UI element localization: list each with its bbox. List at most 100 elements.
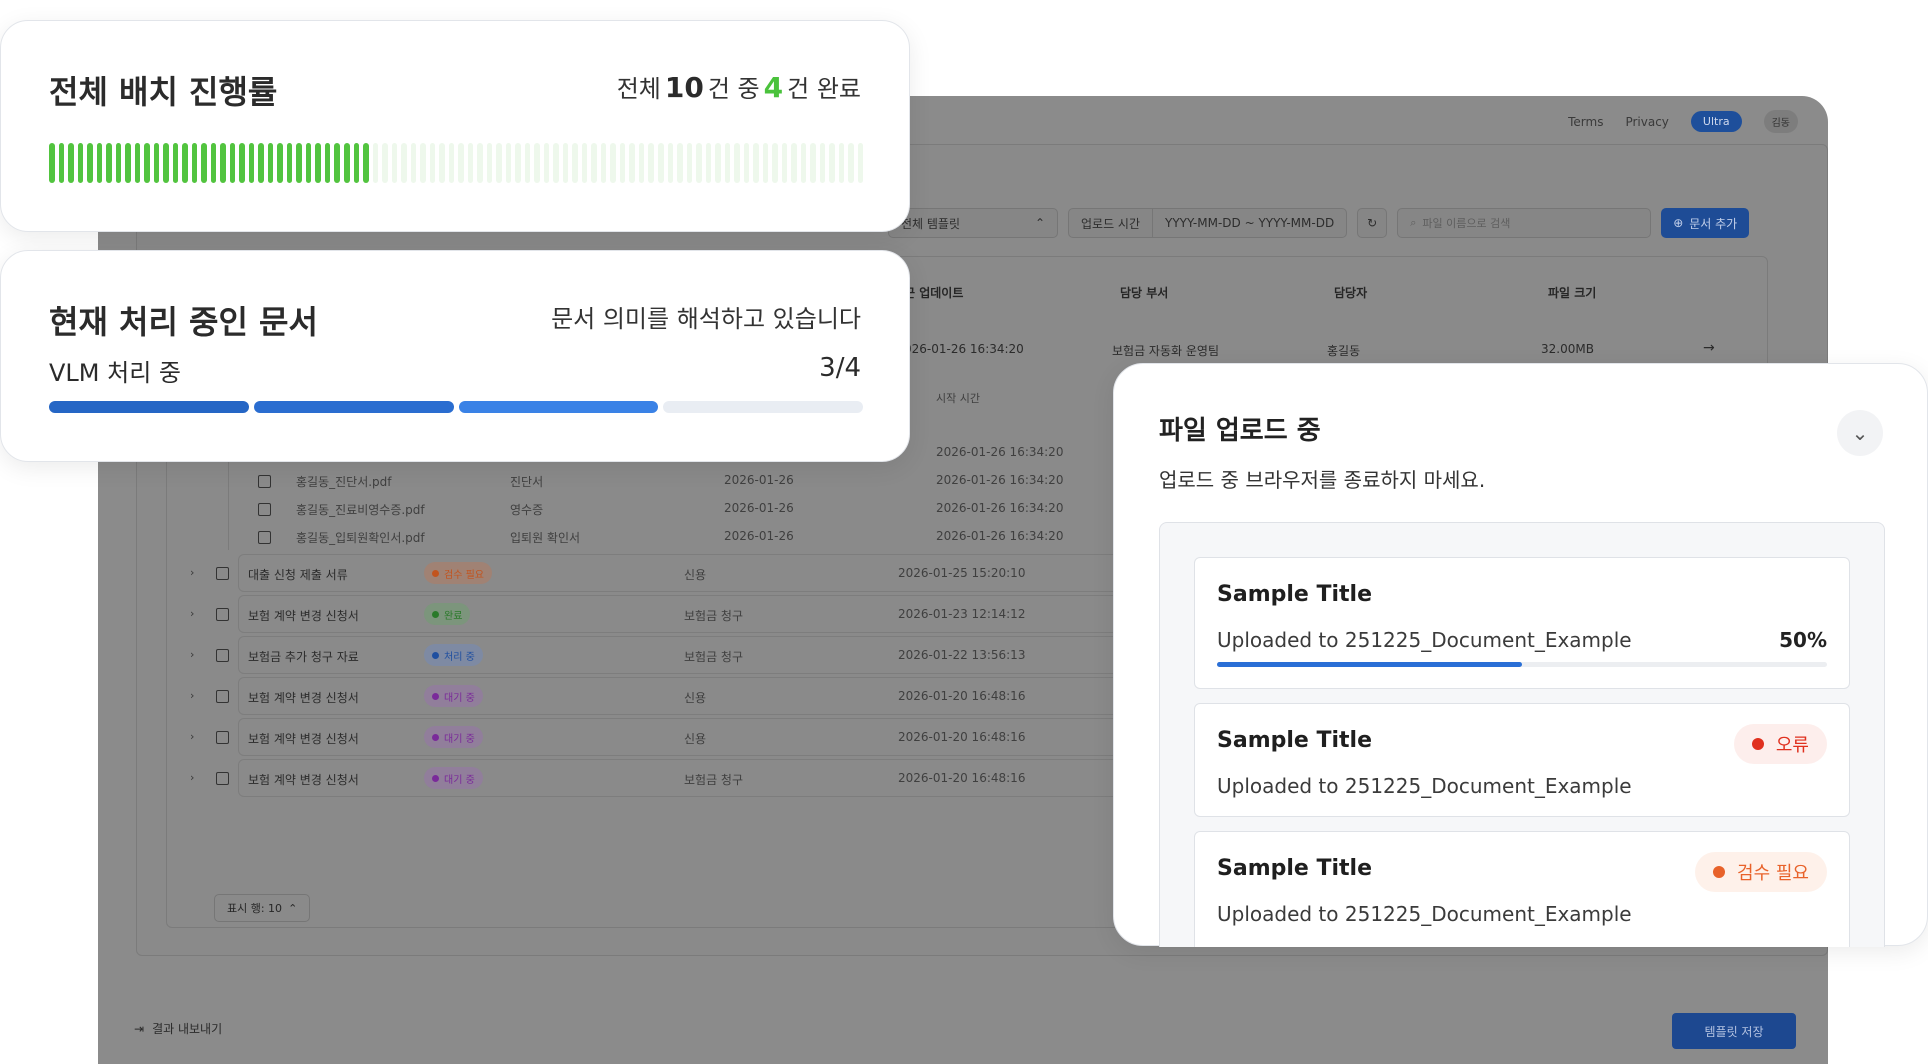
export-icon: ⇥ xyxy=(134,1021,145,1036)
progress-tick-pending xyxy=(410,143,417,183)
row-title: 대출 신청 제출 서류 xyxy=(248,568,348,582)
column-header-updated[interactable]: 근 업데이트 xyxy=(904,284,963,301)
file-date: 2026-01-26 xyxy=(724,501,794,515)
upload-status-label: 검수 필요 xyxy=(1737,863,1809,884)
row-time: 2026-01-22 13:56:13 xyxy=(898,648,1026,662)
row-checkbox[interactable] xyxy=(216,772,229,785)
table-row[interactable] xyxy=(238,718,1248,756)
progress-tick-done xyxy=(220,143,226,183)
terms-link[interactable]: Terms xyxy=(1568,115,1603,129)
search-placeholder: 파일 이름으로 검색 xyxy=(1422,217,1511,230)
rows-per-page-select[interactable]: 표시 행: 10 ⌃ xyxy=(214,894,311,922)
row-status-label: 검수 필요 xyxy=(444,569,484,581)
row-time: 2026-01-20 16:48:16 xyxy=(898,730,1026,744)
progress-tick-done xyxy=(353,143,360,183)
progress-tick-done xyxy=(210,143,217,183)
row-category: 신용 xyxy=(684,732,707,746)
row-checkbox[interactable] xyxy=(216,608,229,621)
progress-tick-done xyxy=(172,143,179,183)
progress-tick-pending xyxy=(600,143,607,183)
upload-item-title: Sample Title xyxy=(1217,856,1373,881)
row-status-badge: 검수 필요 xyxy=(424,562,492,584)
progress-tick-pending xyxy=(382,143,388,183)
row-status-label: 완료 xyxy=(444,610,463,622)
file-date: 2026-01-26 xyxy=(724,529,794,543)
row-checkbox[interactable] xyxy=(216,649,229,662)
chevron-up-icon: ⌃ xyxy=(288,901,298,915)
current-stage-label: VLM 처리 중 xyxy=(49,359,181,387)
upload-list: Sample Title Uploaded to 251225_Document… xyxy=(1159,522,1885,947)
row-status-badge: 대기 중 xyxy=(424,685,483,707)
progress-tick-done xyxy=(343,143,350,183)
expand-chevron-icon[interactable]: › xyxy=(190,771,194,784)
arrow-right-circle-icon[interactable]: → xyxy=(1703,340,1715,356)
progress-tick-done xyxy=(77,143,84,183)
progress-tick-done xyxy=(125,143,131,183)
save-template-button[interactable]: 템플릿 저장 xyxy=(1672,1013,1796,1049)
expand-chevron-icon[interactable]: › xyxy=(190,607,194,620)
file-name: 홍길동_진료비영수증.pdf xyxy=(296,503,425,517)
expand-chevron-icon[interactable]: › xyxy=(190,689,194,702)
progress-tick-done xyxy=(229,143,236,183)
progress-tick-pending xyxy=(429,143,436,183)
column-header-size[interactable]: 파일 크기 xyxy=(1548,284,1596,301)
file-checkbox[interactable] xyxy=(258,475,271,488)
current-document-card: 현재 처리 중인 문서 문서 의미를 해석하고 있습니다 VLM 처리 중 3/… xyxy=(0,250,910,462)
stage-progress-bar xyxy=(49,401,863,413)
row-title: 보험 계약 변경 신청서 xyxy=(248,691,359,705)
status-dot-icon xyxy=(432,569,439,577)
add-document-label: 문서 추가 xyxy=(1689,216,1738,231)
column-header-owner[interactable]: 담당자 xyxy=(1334,284,1367,301)
progress-tick-done xyxy=(334,143,340,183)
progress-tick-pending xyxy=(677,143,683,183)
progress-tick-done xyxy=(115,143,122,183)
row-checkbox[interactable] xyxy=(216,690,229,703)
progress-tick-pending xyxy=(467,143,474,183)
upload-item[interactable]: Sample Title Uploaded to 251225_Document… xyxy=(1194,557,1850,689)
row-checkbox[interactable] xyxy=(216,731,229,744)
column-header-dept[interactable]: 담당 부서 xyxy=(1120,284,1168,301)
progress-tick-pending xyxy=(372,143,379,183)
progress-tick-pending xyxy=(638,143,645,183)
progress-tick-pending xyxy=(572,143,578,183)
date-range-filter[interactable]: 업로드 시간 YYYY-MM-DD ~ YYYY-MM-DD xyxy=(1068,208,1348,238)
expand-chevron-icon[interactable]: › xyxy=(190,566,194,579)
expanded-row-dept: 보험금 자동화 운영팀 xyxy=(1112,344,1219,358)
upload-progress-fill xyxy=(1217,662,1522,667)
user-avatar[interactable]: 김동 xyxy=(1763,110,1798,133)
progress-tick-pending xyxy=(505,143,512,183)
stage-step-done xyxy=(49,401,249,413)
file-checkbox[interactable] xyxy=(258,503,271,516)
file-checkbox[interactable] xyxy=(258,531,271,544)
progress-tick-pending xyxy=(696,143,702,183)
table-row[interactable] xyxy=(238,677,1248,715)
template-select[interactable]: 전체 템플릿 ⌃ xyxy=(888,208,1058,238)
upload-item-destination: Uploaded to 251225_Document_Example xyxy=(1217,774,1632,798)
progress-tick-done xyxy=(163,143,169,183)
progress-tick-done xyxy=(296,143,302,183)
progress-tick-done xyxy=(106,143,112,183)
progress-tick-pending xyxy=(524,143,531,183)
progress-tick-pending xyxy=(734,143,740,183)
upload-item[interactable]: Sample Title Uploaded to 251225_Document… xyxy=(1194,831,1850,947)
expand-chevron-icon[interactable]: › xyxy=(190,730,194,743)
date-range-value: YYYY-MM-DD ~ YYYY-MM-DD xyxy=(1165,216,1335,230)
add-document-button[interactable]: ⊕ 문서 추가 xyxy=(1661,208,1750,238)
progress-tick-pending xyxy=(800,143,807,183)
table-row[interactable] xyxy=(238,554,1248,592)
upload-item-title: Sample Title xyxy=(1217,582,1373,607)
expanded-row-owner: 홍길동 xyxy=(1327,344,1361,358)
expand-chevron-icon[interactable]: › xyxy=(190,648,194,661)
privacy-link[interactable]: Privacy xyxy=(1625,115,1668,129)
upload-item[interactable]: Sample Title Uploaded to 251225_Document… xyxy=(1194,703,1850,817)
progress-tick-pending xyxy=(486,143,493,183)
collapse-toggle-button[interactable]: ⌄ xyxy=(1837,410,1883,456)
row-checkbox[interactable] xyxy=(216,567,229,580)
search-input[interactable]: ⌕ 파일 이름으로 검색 xyxy=(1397,208,1652,238)
row-status-badge: 처리 중 xyxy=(424,644,483,666)
progress-tick-pending xyxy=(448,143,455,183)
progress-tick-done xyxy=(182,143,188,183)
reset-button[interactable]: ↻ xyxy=(1357,208,1388,238)
export-results-button[interactable]: ⇥ 결과 내보내기 xyxy=(134,1020,222,1037)
progress-tick-pending xyxy=(838,143,845,183)
